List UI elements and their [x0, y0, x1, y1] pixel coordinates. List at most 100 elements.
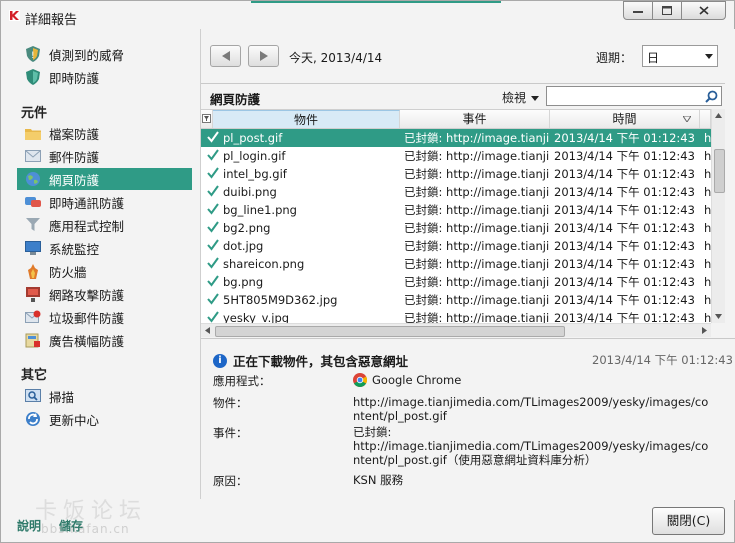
column-time[interactable]: 時間 — [550, 110, 700, 128]
application-value: Google Chrome — [353, 373, 713, 387]
cell-extra: h — [704, 311, 711, 324]
monitor-icon — [25, 240, 41, 256]
cell-time: 2013/4/14 下午 01:12:43 — [554, 167, 695, 181]
cell-event: 已封鎖: http://image.tianji... — [404, 221, 550, 235]
table-row[interactable]: dot.jpg 已封鎖: http://image.tianji... 2013/4… — [201, 237, 711, 255]
table-row[interactable]: bg2.png 已封鎖: http://image.tianji... 2013/4… — [201, 219, 711, 237]
panel-title: 網頁防護 — [210, 92, 261, 107]
cell-object: pl_post.gif — [223, 131, 283, 145]
table-row[interactable]: bg_line1.png 已封鎖: http://image.tianji... 2… — [201, 201, 711, 219]
sidebar-item-im-protection[interactable]: 即時通訊防護 — [17, 191, 192, 213]
window-title: 詳細報告 — [25, 13, 78, 28]
scroll-down-icon[interactable] — [715, 314, 722, 319]
protection-shield-icon — [25, 69, 41, 85]
checkmark-icon — [207, 257, 219, 269]
checkmark-icon — [207, 203, 219, 215]
sidebar-item-system-watcher[interactable]: 系統監控 — [17, 237, 192, 259]
table-row[interactable]: intel_bg.gif 已封鎖: http://image.tianji... 2… — [201, 165, 711, 183]
sidebar-item-detected-threats[interactable]: ! 偵測到的威脅 — [17, 43, 192, 65]
reason-label: 原因： — [213, 474, 248, 488]
column-object[interactable]: 物件 — [213, 110, 400, 128]
table-row[interactable]: pl_login.gif 已封鎖: http://image.tianji... 2… — [201, 147, 711, 165]
antispam-icon — [25, 309, 41, 325]
table-row[interactable]: bg.png 已封鎖: http://image.tianji... 2013/4/… — [201, 273, 711, 291]
vertical-scrollbar[interactable] — [711, 109, 725, 323]
cell-event: 已封鎖: http://image.tianji... — [404, 275, 550, 289]
sidebar-item-firewall[interactable]: 防火牆 — [17, 260, 192, 282]
filter-column-button[interactable] — [201, 110, 213, 128]
search-input[interactable] — [549, 88, 703, 106]
horizontal-scroll-thumb[interactable] — [215, 326, 565, 337]
cell-time: 2013/4/14 下午 01:12:43 — [554, 131, 695, 145]
sidebar-item-mail-protection[interactable]: 郵件防護 — [17, 145, 192, 167]
checkmark-icon — [207, 293, 219, 305]
sidebar-item-anti-banner[interactable]: 廣告橫幅防護 — [17, 329, 192, 351]
banner-icon — [25, 332, 41, 348]
cell-event: 已封鎖: http://image.tianji... — [404, 293, 550, 307]
application-name: Google Chrome — [372, 373, 462, 387]
im-icon — [25, 194, 41, 210]
sidebar-item-app-control[interactable]: 應用程式控制 — [17, 214, 192, 236]
checkmark-icon — [207, 239, 219, 251]
table-row[interactable]: yesky_v.jpg 已封鎖: http://image.tianji... 20… — [201, 309, 711, 324]
table-row[interactable]: 5HT805M9D362.jpg 已封鎖: http://image.tianji… — [201, 291, 711, 309]
sidebar-item-anti-spam[interactable]: 垃圾郵件防護 — [17, 306, 192, 328]
close-icon — [698, 6, 709, 15]
column-time-label: 時間 — [612, 112, 637, 126]
scroll-right-icon[interactable] — [702, 327, 707, 334]
reason-value: KSN 服務 — [353, 473, 404, 487]
horizontal-scrollbar[interactable] — [201, 323, 711, 337]
view-dropdown-button[interactable]: 檢視 — [502, 89, 540, 106]
filter-icon — [202, 114, 211, 123]
period-select[interactable]: 日 — [642, 45, 718, 67]
object-value: http://image.tianjimedia.com/TLimages200… — [353, 395, 709, 423]
sidebar-item-network-attack-blocker[interactable]: 網路攻擊防護 — [17, 283, 192, 305]
minimize-button[interactable] — [623, 1, 653, 20]
scroll-up-icon[interactable] — [715, 113, 722, 118]
cell-time: 2013/4/14 下午 01:12:43 — [554, 311, 695, 324]
sidebar-item-file-protection[interactable]: 檔案防護 — [17, 122, 192, 144]
table-row[interactable]: shareicon.png 已封鎖: http://image.tianji...… — [201, 255, 711, 273]
next-period-button[interactable] — [248, 45, 279, 67]
cell-time: 2013/4/14 下午 01:12:43 — [554, 293, 695, 307]
minimize-icon — [633, 10, 643, 13]
cell-object: pl_login.gif — [223, 149, 286, 163]
column-event[interactable]: 事件 — [400, 110, 550, 128]
svg-text:!: ! — [31, 51, 35, 61]
previous-period-button[interactable] — [210, 45, 241, 67]
table-row[interactable]: pl_post.gif 已封鎖: http://image.tianji... 20… — [201, 129, 711, 147]
checkmark-icon — [207, 131, 219, 143]
watermark-url: bbs.kafan.cn — [41, 522, 130, 536]
checkmark-icon — [207, 185, 219, 197]
scroll-left-icon[interactable] — [205, 327, 210, 334]
table-header: 物件 事件 時間 — [201, 110, 711, 129]
search-icon[interactable] — [705, 90, 718, 103]
cell-extra: h — [704, 167, 711, 181]
kaspersky-logo-icon — [9, 10, 20, 21]
arrow-left-icon — [221, 51, 230, 61]
vertical-scroll-thumb[interactable] — [714, 149, 725, 193]
sidebar-item-web-protection[interactable]: 網頁防護 — [17, 168, 192, 190]
event-detail-panel: i 正在下載物件，其包含惡意網址 2013/4/14 下午 01:12:43 應… — [201, 338, 735, 500]
close-window-button[interactable] — [681, 1, 726, 20]
chrome-icon — [353, 373, 367, 387]
sidebar: ! 偵測到的威脅 即時防護 元件 檔案防護 郵件防護 網頁防護 即時通訊防護 應… — [1, 29, 200, 499]
dropdown-arrow-icon — [705, 54, 713, 59]
maximize-button[interactable] — [652, 1, 682, 20]
report-window: 詳細報告 ! 偵測到的威脅 即時防護 元件 檔案防護 郵件防護 網頁防護 即時通… — [0, 0, 735, 543]
table-row[interactable]: duibi.png 已封鎖: http://image.tianji... 2013… — [201, 183, 711, 201]
cell-event: 已封鎖: http://image.tianji... — [404, 167, 550, 181]
folder-icon — [25, 125, 41, 141]
main-panel: 今天, 2013/4/14 週期： 日 網頁防護 檢視 物件 事件 時間 pl_… — [200, 29, 735, 500]
close-button[interactable]: 關閉(C) — [652, 507, 725, 535]
threat-shield-icon: ! — [25, 46, 41, 62]
search-box — [546, 86, 722, 106]
cell-object: 5HT805M9D362.jpg — [223, 293, 338, 307]
checkmark-icon — [207, 167, 219, 179]
application-label: 應用程式： — [213, 374, 271, 388]
cell-event: 已封鎖: http://image.tianji... — [404, 131, 550, 145]
sidebar-item-scan[interactable]: 掃描 — [17, 385, 192, 407]
sidebar-item-update-center[interactable]: 更新中心 — [17, 408, 192, 430]
sidebar-item-realtime-protection[interactable]: 即時防護 — [17, 66, 192, 88]
detail-title: 正在下載物件，其包含惡意網址 — [233, 354, 409, 369]
